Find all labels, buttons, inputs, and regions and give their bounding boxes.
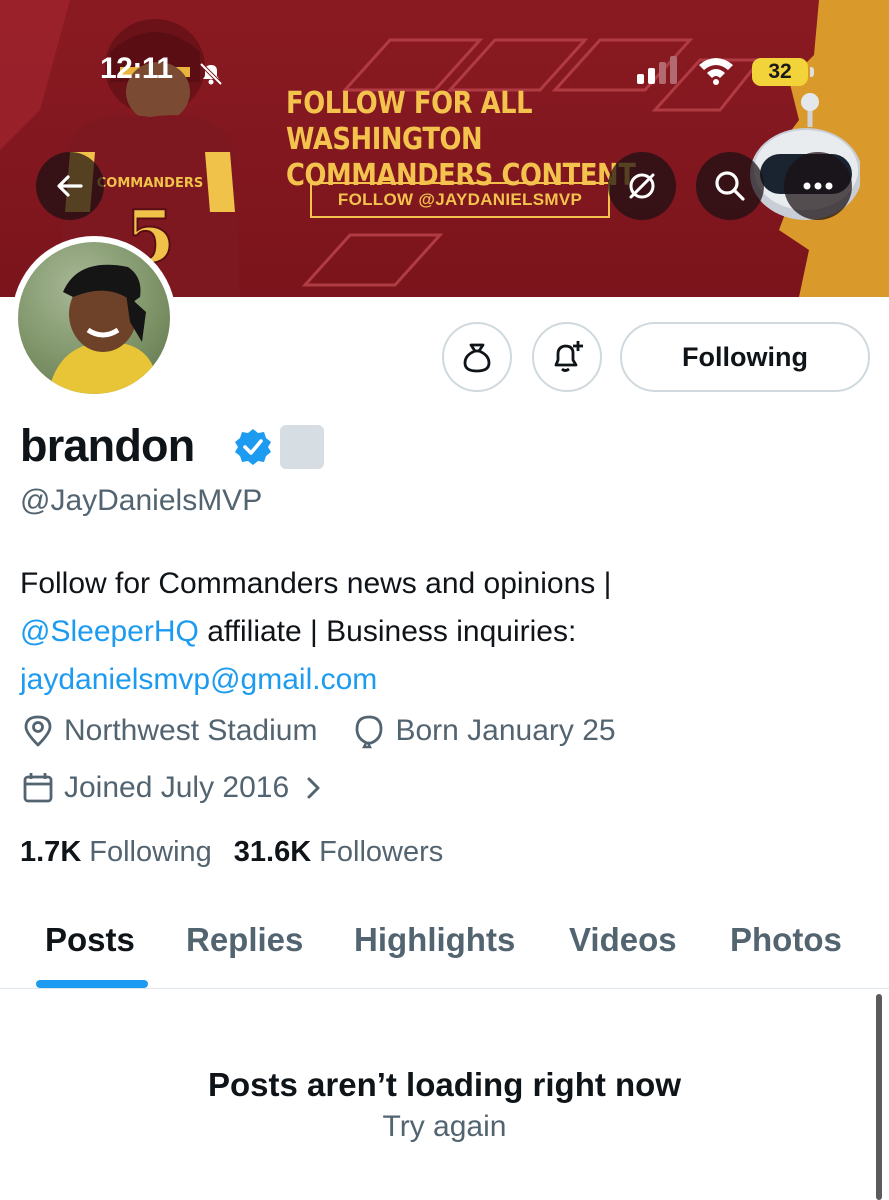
banner-cta-box: FOLLOW @JAYDANIELSMVP — [310, 182, 610, 218]
tab-replies[interactable]: Replies — [186, 905, 303, 989]
grok-bag-icon — [463, 343, 491, 373]
bio-line2: @SleeperHQ affiliate | Business inquirie… — [20, 608, 870, 656]
battery-indicator: 32 — [752, 58, 814, 86]
location-text: Northwest Stadium — [64, 714, 318, 747]
grok-icon — [629, 173, 655, 199]
profile-bio: Follow for Commanders news and opinions … — [20, 560, 870, 704]
grok-button[interactable] — [608, 152, 676, 220]
profile-avatar[interactable] — [12, 236, 176, 400]
avatar-photo — [18, 242, 170, 394]
grok-analyze-button[interactable] — [442, 322, 512, 392]
search-icon — [715, 171, 745, 201]
more-horizontal-icon — [803, 182, 833, 190]
chevron-right-icon — [307, 777, 320, 799]
arrow-left-icon — [57, 175, 83, 197]
follow-stats: 1.7K Following 31.6K Followers — [20, 836, 465, 869]
tab-photos[interactable]: Photos — [730, 905, 842, 989]
try-again-button[interactable]: Try again — [0, 1110, 889, 1144]
tab-posts[interactable]: Posts — [45, 905, 135, 989]
back-button[interactable] — [36, 152, 104, 220]
bio-line2-text: affiliate | Business inquiries: — [198, 615, 577, 648]
error-title: Posts aren’t loading right now — [207, 1066, 682, 1103]
search-button[interactable] — [696, 152, 764, 220]
notifications-button[interactable] — [532, 322, 602, 392]
location-pin-icon — [24, 715, 52, 747]
location-item: Northwest Stadium — [20, 713, 317, 749]
more-button[interactable] — [784, 152, 852, 220]
scrollbar[interactable] — [876, 994, 882, 1200]
banner-headline-line1: FOLLOW FOR ALL WASHINGTON — [286, 86, 533, 157]
following-stat[interactable]: 1.7K Following — [20, 836, 212, 869]
birthday-text: Born January 25 — [395, 714, 616, 747]
calendar-icon — [23, 773, 53, 803]
profile-meta-row: Northwest Stadium Born January 25 — [20, 713, 650, 749]
joined-row[interactable]: Joined July 2016 — [20, 770, 359, 806]
bio-email-link[interactable]: jaydanielsmvp@gmail.com — [20, 663, 377, 696]
joined-item[interactable]: Joined July 2016 — [20, 770, 325, 806]
wifi-icon — [699, 58, 733, 85]
jersey-text: COMMANDERS — [97, 176, 203, 191]
bell-plus-icon — [554, 341, 583, 372]
silent-bell-icon — [199, 62, 223, 86]
cellular-signal-icon — [637, 56, 677, 84]
tab-highlights[interactable]: Highlights — [354, 905, 515, 989]
followers-label: Followers — [319, 836, 444, 868]
profile-tabs: Posts Replies Highlights Videos Photos — [0, 905, 889, 989]
bio-mention-link[interactable]: @SleeperHQ — [20, 615, 199, 648]
status-time: 12:11 — [100, 52, 173, 85]
profile-handle: @JayDanielsMVP — [20, 484, 263, 517]
balloon-icon — [356, 715, 383, 749]
bio-line1: Follow for Commanders news and opinions … — [20, 567, 612, 600]
followers-stat[interactable]: 31.6K Followers — [234, 836, 443, 869]
active-tab-indicator — [36, 980, 148, 988]
birthday-item: Born January 25 — [351, 713, 616, 749]
following-count: 1.7K — [20, 836, 82, 868]
verified-badge-icon[interactable] — [234, 428, 272, 466]
following-button[interactable]: Following — [620, 322, 870, 392]
followers-count: 31.6K — [233, 836, 312, 868]
joined-text: Joined July 2016 — [64, 771, 290, 804]
affiliate-badge[interactable] — [280, 425, 324, 469]
tab-videos[interactable]: Videos — [569, 905, 677, 989]
display-name: brandon — [20, 420, 195, 471]
following-label: Following — [89, 836, 212, 868]
